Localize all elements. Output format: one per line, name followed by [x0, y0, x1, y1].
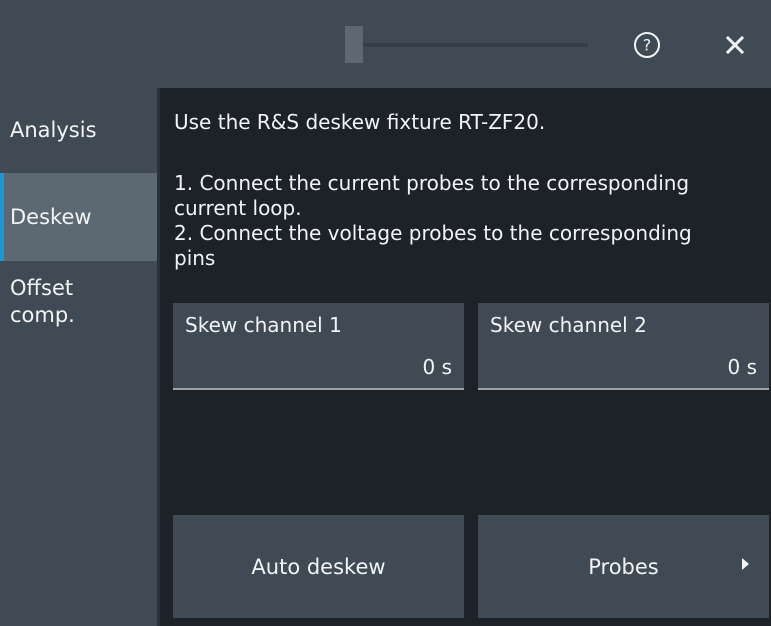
probes-button[interactable]: Probes [478, 515, 769, 618]
zoom-slider-handle[interactable] [345, 26, 363, 63]
auto-deskew-button[interactable]: Auto deskew [173, 515, 464, 618]
instruction-2: 2. Connect the voltage probes to the cor… [174, 221, 692, 270]
deskew-panel: Use the R&S deskew fixture RT-ZF20. 1. C… [160, 88, 771, 626]
title-bar: ? [0, 0, 771, 88]
svg-text:?: ? [643, 36, 652, 55]
skew-channel-2-label: Skew channel 2 [490, 313, 647, 337]
skew-channel-2-value[interactable]: 0 s [727, 355, 757, 379]
close-icon[interactable] [721, 31, 749, 59]
instruction-1: 1. Connect the current probes to the cor… [174, 171, 690, 220]
sidebar: Analysis Deskew Offset comp. [0, 88, 157, 626]
auto-deskew-label: Auto deskew [251, 554, 386, 579]
skew-channel-1-value[interactable]: 0 s [422, 355, 452, 379]
sidebar-item-offset-comp[interactable]: Offset comp. [0, 275, 110, 335]
skew-channel-1-field[interactable]: Skew channel 1 0 s [173, 303, 464, 390]
probes-label: Probes [588, 554, 659, 579]
skew-channel-2-field[interactable]: Skew channel 2 0 s [478, 303, 769, 390]
sidebar-item-deskew[interactable]: Deskew [0, 173, 157, 261]
zoom-slider-track[interactable] [348, 43, 588, 47]
chevron-right-icon [742, 558, 749, 570]
help-icon[interactable]: ? [632, 30, 662, 60]
sidebar-item-analysis[interactable]: Analysis [0, 118, 157, 153]
skew-channel-1-label: Skew channel 1 [185, 313, 342, 337]
intro-text: Use the R&S deskew fixture RT-ZF20. [174, 110, 546, 134]
